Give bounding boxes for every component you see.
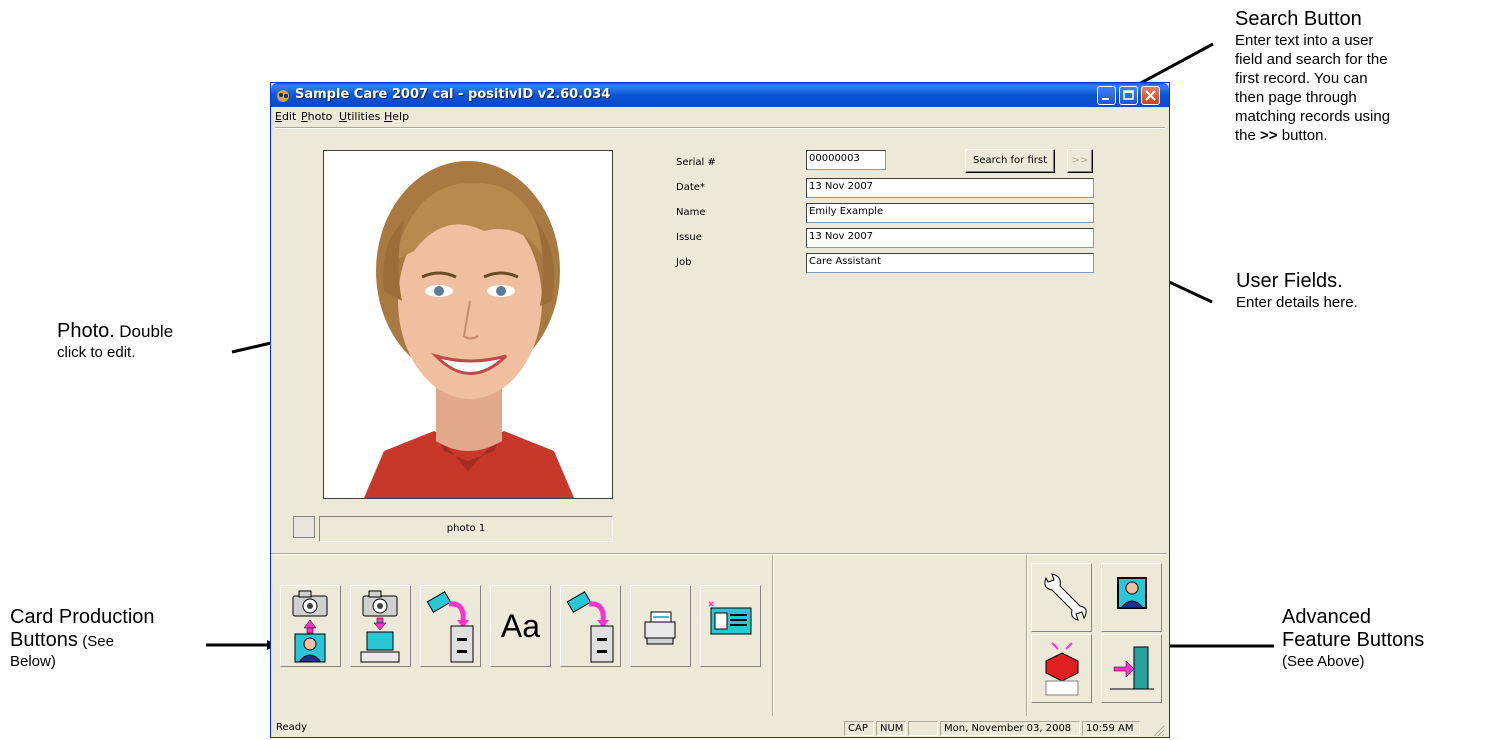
print-button[interactable]	[630, 585, 691, 667]
database-transfer-icon	[1045, 642, 1079, 696]
user-photo-icon	[1117, 577, 1147, 609]
date-field[interactable]: 13 Nov 2007	[806, 178, 1094, 198]
toolbar-divider-right	[1026, 555, 1028, 716]
toolbar-divider-left	[772, 555, 774, 716]
maximize-button[interactable]	[1119, 86, 1138, 105]
photo-select-checkbox[interactable]	[293, 516, 315, 538]
status-time: 10:59 AM	[1082, 721, 1140, 736]
database-transfer-button[interactable]	[1031, 634, 1092, 703]
menu-separator	[275, 127, 1165, 129]
issue-field[interactable]: 13 Nov 2007	[806, 228, 1094, 248]
status-cap: CAP	[844, 721, 874, 736]
camera-to-computer-icon	[360, 590, 400, 663]
close-button[interactable]	[1141, 86, 1160, 105]
card-layout-button[interactable]	[700, 585, 761, 667]
field-label-issue: Issue	[676, 232, 702, 243]
toolbar-top-separator	[271, 553, 1167, 555]
close-icon	[1145, 90, 1156, 101]
card-from-file-icon	[566, 591, 614, 663]
app-window: Sample Care 2007 cal - positivID v2.60.0…	[270, 82, 1170, 738]
exit-button[interactable]	[1101, 634, 1162, 703]
card-layout-icon	[708, 601, 752, 635]
camera-to-computer-button[interactable]	[350, 585, 411, 667]
font-icon: Aa	[500, 608, 541, 644]
menu-help[interactable]: Help	[384, 110, 409, 123]
job-field[interactable]: Care Assistant	[806, 253, 1094, 273]
photo-label: photo 1	[319, 516, 613, 542]
status-text: Ready	[276, 722, 308, 733]
minimize-icon	[1102, 98, 1109, 100]
field-label-job: Job	[676, 257, 692, 268]
serial-field[interactable]: 00000003	[806, 150, 886, 170]
menu-photo[interactable]: Photo	[301, 110, 332, 123]
search-button[interactable]: Search for first	[965, 149, 1055, 173]
next-record-button[interactable]: >>	[1067, 149, 1093, 173]
menu-edit[interactable]: Edit	[275, 110, 296, 123]
printer-icon	[644, 611, 676, 645]
card-to-file-icon	[426, 591, 474, 663]
menu-bar: Edit Photo Utilities Help	[271, 107, 1169, 126]
user-photo-button[interactable]	[1101, 563, 1162, 632]
exit-door-icon	[1110, 646, 1154, 690]
status-scroll	[908, 721, 938, 736]
field-label-name: Name	[676, 207, 706, 218]
title-bar[interactable]: Sample Care 2007 cal - positivID v2.60.0…	[271, 83, 1169, 107]
status-date: Mon, November 03, 2008	[940, 721, 1080, 736]
portrait-image	[324, 151, 612, 498]
font-button[interactable]: Aa	[490, 585, 551, 667]
card-from-file-button[interactable]	[560, 585, 621, 667]
portrait-photo[interactable]	[323, 150, 613, 499]
card-to-file-button[interactable]	[420, 585, 481, 667]
settings-button[interactable]	[1031, 563, 1092, 632]
window-title: Sample Care 2007 cal - positivID v2.60.0…	[295, 87, 611, 102]
status-bar: Ready CAP NUM Mon, November 03, 2008 10:…	[271, 719, 1169, 737]
app-icon	[277, 90, 289, 102]
menu-utilities[interactable]: Utilities	[339, 110, 380, 123]
field-label-serial: Serial #	[676, 157, 716, 168]
camera-to-card-icon	[292, 590, 328, 663]
wrench-icon	[1044, 573, 1087, 621]
maximize-icon	[1123, 90, 1134, 100]
resize-grip-icon[interactable]	[1151, 723, 1165, 737]
status-num: NUM	[876, 721, 906, 736]
name-field[interactable]: Emily Example	[806, 203, 1094, 223]
camera-to-card-button[interactable]	[280, 585, 341, 667]
minimize-button[interactable]	[1097, 86, 1116, 105]
field-label-date: Date*	[676, 182, 705, 193]
